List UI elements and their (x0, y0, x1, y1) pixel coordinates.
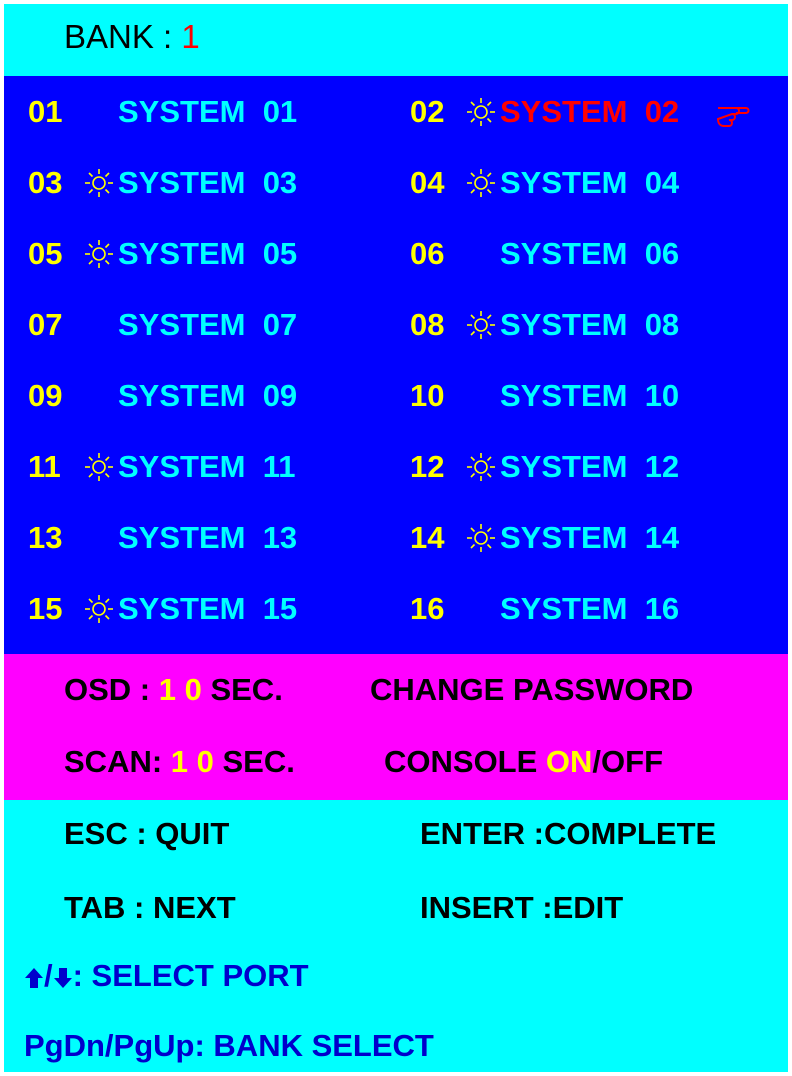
port-system-name[interactable]: SYSTEM 16 (500, 579, 679, 639)
port-02[interactable]: 02 SYSTEM 02 (410, 82, 770, 142)
port-05[interactable]: 05 SYSTEM 05 (28, 224, 388, 284)
port-system-name[interactable]: SYSTEM 08 (500, 295, 679, 355)
port-number: 08 (410, 307, 445, 342)
port-10[interactable]: 10 SYSTEM 10 (410, 366, 770, 426)
settings-panel: OSD : 1 0 SEC. CHANGE PASSWORD SCAN: 1 0… (4, 654, 788, 800)
help-insert-edit: INSERT :EDIT (420, 890, 624, 925)
sun-icon (464, 153, 498, 213)
arrow-separator: / (44, 958, 53, 993)
sun-icon (82, 437, 116, 497)
port-09[interactable]: 09 SYSTEM 09 (28, 366, 388, 426)
port-system-name[interactable]: SYSTEM 10 (500, 366, 679, 426)
port-07[interactable]: 07 SYSTEM 07 (28, 295, 388, 355)
scan-timeout[interactable]: SCAN: 1 0 SEC. (64, 744, 295, 780)
port-system-name[interactable]: SYSTEM 13 (118, 508, 297, 568)
port-list: 01 SYSTEM 01 02 SYSTEM 02 03 SYSTEM 03 04 SYSTE… (4, 76, 788, 654)
port-number: 15 (28, 591, 63, 626)
port-16[interactable]: 16 SYSTEM 16 (410, 579, 770, 639)
port-number: 11 (28, 449, 61, 484)
sun-icon (82, 579, 116, 639)
up-arrow-icon (25, 967, 43, 988)
sun-icon (82, 224, 116, 284)
sun-icon (464, 437, 498, 497)
sun-icon (464, 508, 498, 568)
port-number: 04 (410, 165, 445, 200)
port-13[interactable]: 13 SYSTEM 13 (28, 508, 388, 568)
osd-unit: SEC. (201, 672, 283, 707)
scan-label: SCAN: (64, 744, 171, 779)
port-system-name[interactable]: SYSTEM 02 (500, 82, 679, 142)
port-number: 14 (410, 520, 445, 555)
osd-label: OSD : (64, 672, 159, 707)
port-11[interactable]: 11 SYSTEM 11 (28, 437, 388, 497)
port-system-name[interactable]: SYSTEM 05 (118, 224, 297, 284)
port-01[interactable]: 01 SYSTEM 01 (28, 82, 388, 142)
port-number: 16 (410, 591, 445, 626)
help-bank-select: PgDn/PgUp: BANK SELECT (24, 1028, 434, 1063)
port-system-name[interactable]: SYSTEM 04 (500, 153, 679, 213)
port-15[interactable]: 15 SYSTEM 15 (28, 579, 388, 639)
port-number: 10 (410, 378, 445, 413)
port-06[interactable]: 06 SYSTEM 06 (410, 224, 770, 284)
port-system-name[interactable]: SYSTEM 11 (118, 437, 295, 497)
port-number: 06 (410, 236, 445, 271)
sun-icon (464, 82, 498, 142)
scan-value[interactable]: 1 0 (171, 744, 214, 779)
sun-icon (464, 295, 498, 355)
port-03[interactable]: 03 SYSTEM 03 (28, 153, 388, 213)
port-08[interactable]: 08 SYSTEM 08 (410, 295, 770, 355)
bank-bar: BANK : 1 (4, 4, 788, 76)
console-off-option[interactable]: /OFF (592, 744, 663, 779)
port-12[interactable]: 12 SYSTEM 12 (410, 437, 770, 497)
port-number: 07 (28, 307, 63, 342)
port-system-name[interactable]: SYSTEM 03 (118, 153, 297, 213)
console-toggle[interactable]: CONSOLE ON/OFF (384, 744, 663, 780)
port-04[interactable]: 04 SYSTEM 04 (410, 153, 770, 213)
pointing-hand-icon (716, 82, 752, 142)
port-number: 13 (28, 520, 63, 555)
port-14[interactable]: 14 SYSTEM 14 (410, 508, 770, 568)
port-number: 05 (28, 236, 63, 271)
osd-window: BANK : 1 01 SYSTEM 01 02 SYSTEM 02 03 SYSTEM … (4, 4, 788, 1072)
port-number: 12 (410, 449, 445, 484)
scan-unit: SEC. (213, 744, 295, 779)
down-arrow-icon (53, 967, 72, 988)
port-system-name[interactable]: SYSTEM 15 (118, 579, 297, 639)
bank-indicator: BANK : 1 (64, 18, 200, 56)
port-system-name[interactable]: SYSTEM 07 (118, 295, 297, 355)
port-system-name[interactable]: SYSTEM 06 (500, 224, 679, 284)
console-on-option[interactable]: ON (546, 744, 593, 779)
port-number: 03 (28, 165, 63, 200)
bank-label: BANK : (64, 18, 182, 55)
help-select-port: / : SELECT PORT (24, 958, 309, 994)
port-system-name[interactable]: SYSTEM 14 (500, 508, 679, 568)
help-panel: ESC : QUIT ENTER :COMPLETE TAB : NEXT IN… (4, 800, 788, 1072)
sun-icon (82, 153, 116, 213)
port-number: 02 (410, 94, 445, 129)
port-number: 01 (28, 94, 63, 129)
bank-number: 1 (181, 18, 200, 55)
osd-value[interactable]: 1 0 (159, 672, 202, 707)
help-esc-quit: ESC : QUIT (64, 816, 230, 851)
console-label: CONSOLE (384, 744, 546, 779)
port-system-name[interactable]: SYSTEM 12 (500, 437, 679, 497)
port-number: 09 (28, 378, 63, 413)
help-tab-next: TAB : NEXT (64, 890, 236, 925)
change-password-button[interactable]: CHANGE PASSWORD (370, 672, 693, 708)
port-system-name[interactable]: SYSTEM 01 (118, 82, 297, 142)
select-port-text: : SELECT PORT (72, 958, 309, 993)
port-system-name[interactable]: SYSTEM 09 (118, 366, 297, 426)
help-enter-complete: ENTER :COMPLETE (420, 816, 717, 851)
osd-timeout[interactable]: OSD : 1 0 SEC. (64, 672, 283, 708)
